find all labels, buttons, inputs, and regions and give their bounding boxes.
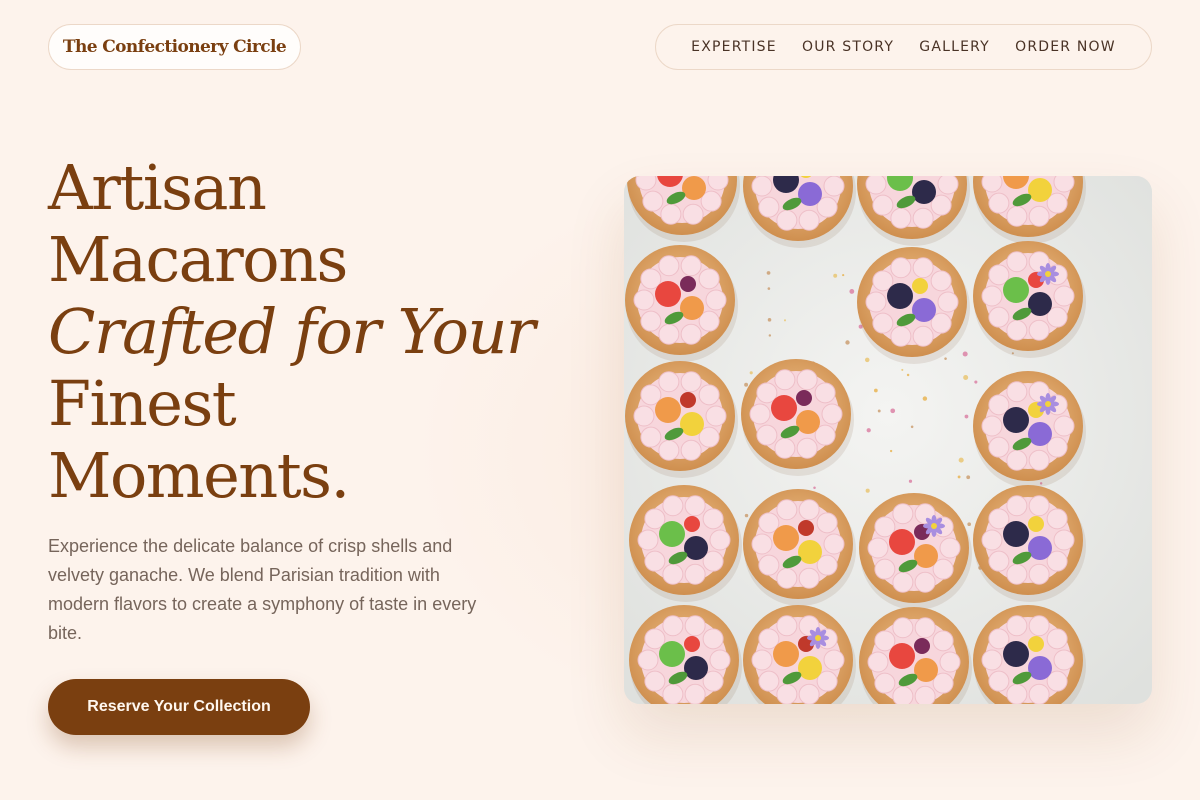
main-nav: EXPERTISE OUR STORY GALLERY ORDER NOW xyxy=(655,24,1152,70)
pastry-illustration xyxy=(624,176,1152,704)
hero-headline: Artisan Macarons Crafted for Your Finest… xyxy=(48,152,608,512)
headline-line-5: Moments. xyxy=(48,439,350,512)
reserve-collection-button[interactable]: Reserve Your Collection xyxy=(48,679,310,735)
headline-line-2: Macarons xyxy=(48,223,348,296)
headline-line-4: Finest xyxy=(48,367,237,440)
brand-logo[interactable]: The Confectionery Circle xyxy=(48,24,301,70)
pastry-tray-photo xyxy=(624,176,1152,704)
nav-item-expertise[interactable]: EXPERTISE xyxy=(691,39,777,55)
nav-item-our-story[interactable]: OUR STORY xyxy=(802,39,894,55)
headline-line-1: Artisan xyxy=(48,151,267,224)
headline-line-3: Crafted for Your xyxy=(48,295,536,368)
nav-item-order-now[interactable]: ORDER NOW xyxy=(1015,39,1116,55)
nav-item-gallery[interactable]: GALLERY xyxy=(919,39,990,55)
hero-description: Experience the delicate balance of crisp… xyxy=(48,536,477,643)
